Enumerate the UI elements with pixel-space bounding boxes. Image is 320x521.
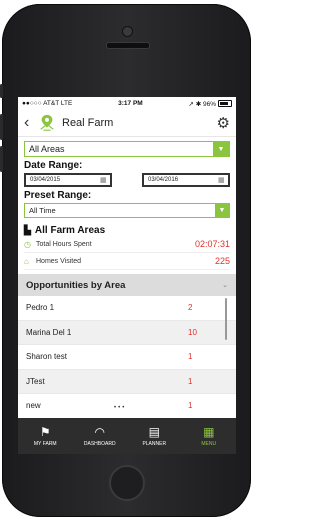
opportunities-header[interactable]: Opportunities by Area ⌄ [18, 274, 236, 296]
area-name: JTest [26, 376, 45, 386]
preset-range-value: All Time [29, 206, 56, 215]
map-flag-icon: ⚑ [39, 424, 51, 439]
front-camera [122, 26, 133, 37]
stat-label: Homes Visited [36, 257, 82, 265]
gear-icon[interactable]: ⚙ [217, 114, 230, 132]
tab-my-farm[interactable]: ⚑ MY FARM [18, 418, 73, 454]
tab-menu[interactable]: ▦ MENU [182, 418, 237, 454]
status-right: ➚ ✱ 96% [188, 100, 232, 108]
home-button[interactable] [109, 465, 145, 501]
stat-row-hours: ◷ Total Hours Spent 02:07:31 [24, 236, 230, 253]
area-select-value: All Areas [29, 144, 65, 154]
chevron-down-icon[interactable]: ▼ [213, 142, 229, 156]
opportunities-list: Pedro 1 2 Marina Del 1 10 Sharon test 1 … [18, 296, 236, 419]
area-count: 1 [188, 401, 193, 411]
gauge-icon: ◠ [94, 424, 105, 439]
date-range-label: Date Range: [24, 160, 83, 171]
navigation-bar: ‹ Real Farm ⚙ [18, 110, 236, 137]
battery-icon [218, 100, 232, 107]
app-screen: ●●○○○ AT&T LTE 3:17 PM ➚ ✱ 96% ‹ Real Fa… [18, 97, 236, 454]
start-date-value: 03/04/2015 [30, 177, 61, 183]
page-indicator: ••• [114, 405, 127, 411]
list-scrollbar[interactable] [225, 298, 227, 340]
area-count: 2 [188, 303, 193, 313]
chevron-down-icon[interactable]: ⌄ [222, 281, 228, 289]
preset-range-select[interactable]: All Time ▼ [24, 203, 230, 218]
tab-dashboard[interactable]: ◠ DASHBOARD [73, 418, 128, 454]
tab-label: MY FARM [33, 440, 57, 447]
date-range-fields: 03/04/2015 ▦ 03/04/2016 ▦ [24, 173, 230, 187]
farm-house-icon: ▙ [24, 225, 31, 235]
stat-label: Total Hours Spent [36, 240, 92, 248]
end-date-field[interactable]: 03/04/2016 ▦ [142, 173, 230, 187]
stat-row-homes: ⌂ Homes Visited 225 [24, 253, 230, 270]
list-item[interactable]: JTest 1 [18, 369, 236, 394]
stat-value: 02:07:31 [194, 239, 230, 249]
area-count: 1 [188, 352, 193, 362]
back-chevron-icon[interactable]: ‹ [24, 114, 36, 132]
status-bar: ●●○○○ AT&T LTE 3:17 PM ➚ ✱ 96% [18, 97, 236, 110]
tab-planner[interactable]: ▤ PLANNER [127, 418, 182, 454]
chevron-down-icon[interactable]: ▼ [215, 204, 229, 217]
stat-value: 225 [214, 256, 230, 266]
area-count: 1 [188, 376, 193, 386]
tab-bar: ⚑ MY FARM ◠ DASHBOARD ▤ PLANNER ▦ MENU [18, 418, 236, 454]
real-farm-logo-icon [40, 114, 54, 131]
tab-label: MENU [201, 440, 217, 447]
calendar-icon: ▦ [100, 177, 107, 184]
area-name: new [26, 401, 41, 411]
page-title: Real Farm [62, 117, 114, 129]
farm-areas-title: All Farm Areas [34, 225, 106, 236]
carrier-label: ●●○○○ AT&T LTE [22, 100, 73, 107]
grid-icon: ▦ [203, 424, 215, 439]
preset-range-label: Preset Range: [24, 190, 92, 201]
list-item[interactable]: new 1 [18, 394, 236, 419]
tab-label: DASHBOARD [83, 440, 116, 447]
start-date-field[interactable]: 03/04/2015 ▦ [24, 173, 112, 187]
clock-icon: ◷ [24, 239, 31, 249]
volume-down-button [0, 146, 3, 172]
volume-up-button [0, 114, 3, 140]
area-select[interactable]: All Areas ▼ [24, 141, 230, 157]
opportunities-title: Opportunities by Area [26, 279, 126, 291]
area-name: Sharon test [26, 352, 67, 362]
area-name: Pedro 1 [26, 303, 55, 313]
home-icon: ⌂ [24, 256, 29, 266]
clock: 3:17 PM [118, 100, 143, 107]
mute-switch [0, 84, 3, 98]
farm-areas-heading: ▙ All Farm Areas [24, 225, 230, 236]
end-date-value: 03/04/2016 [148, 177, 179, 183]
calendar-icon: ▦ [218, 177, 225, 184]
area-name: Marina Del 1 [26, 327, 72, 337]
tab-label: PLANNER [142, 440, 167, 447]
battery-label: ➚ ✱ 96% [188, 100, 216, 108]
list-item[interactable]: Sharon test 1 [18, 345, 236, 370]
list-item[interactable]: Pedro 1 2 [18, 296, 236, 321]
calendar-icon: ▤ [148, 424, 160, 439]
earpiece-speaker [106, 42, 150, 49]
area-count: 10 [188, 327, 197, 337]
list-item[interactable]: Marina Del 1 10 [18, 320, 236, 345]
